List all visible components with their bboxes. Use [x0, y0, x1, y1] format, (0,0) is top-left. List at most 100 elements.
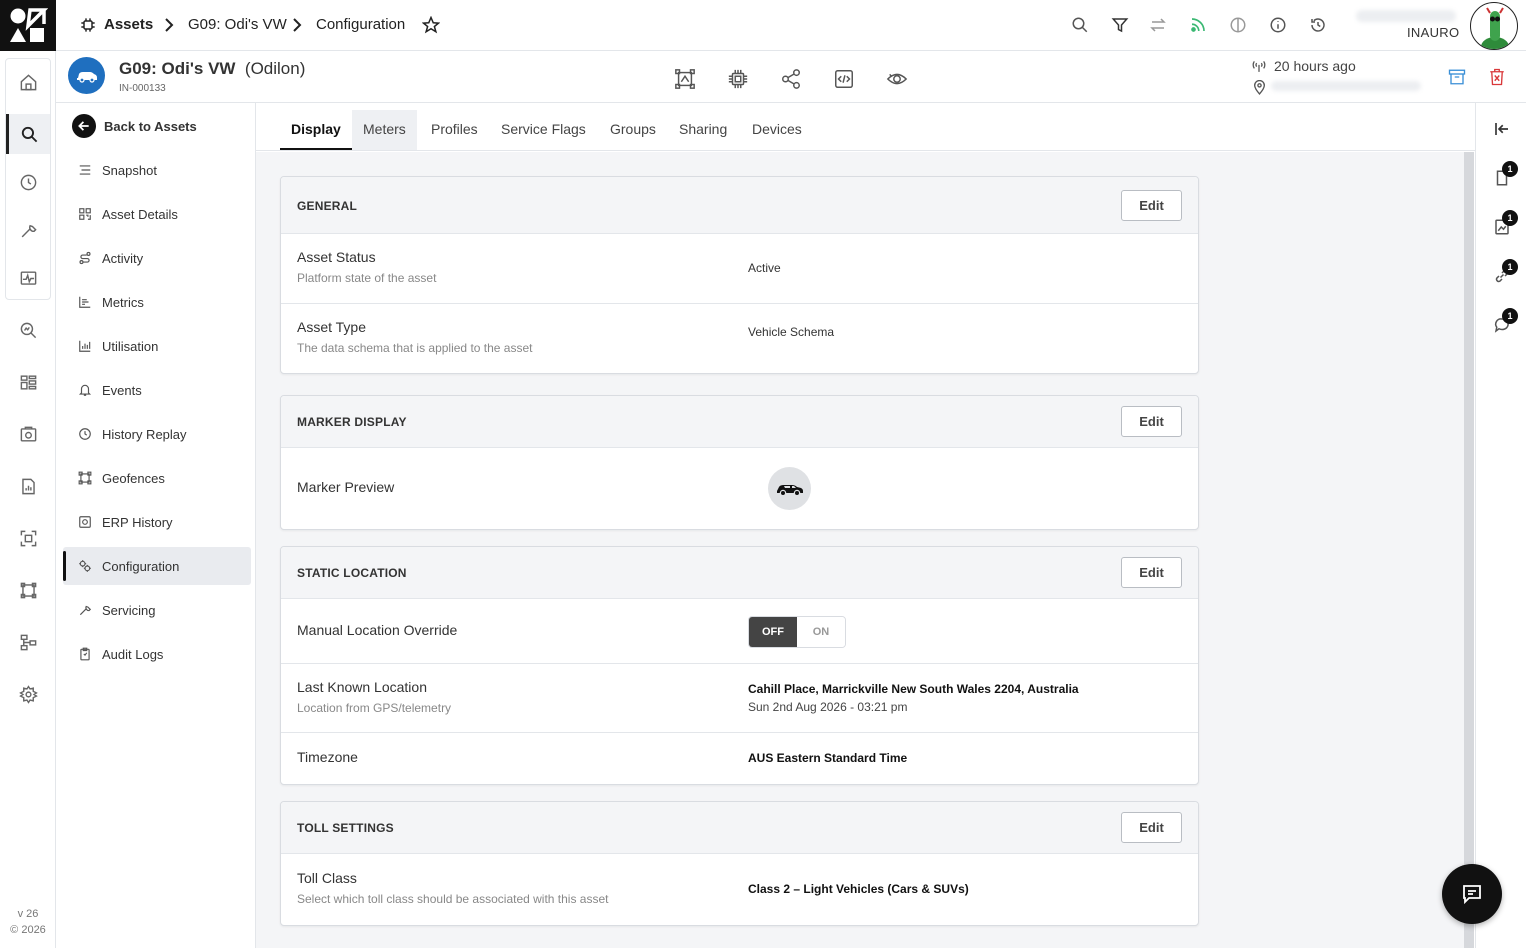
edit-toll-button[interactable]: Edit — [1121, 812, 1182, 843]
info-icon[interactable] — [1268, 15, 1288, 35]
clipboard-icon — [80, 647, 90, 661]
collapse-panel-icon[interactable] — [1493, 120, 1511, 138]
sidebar-item-erp-history[interactable]: ERP History — [63, 503, 251, 541]
wrench-icon[interactable] — [8, 210, 48, 250]
main-content: GENERAL Edit Asset Status Platform state… — [256, 152, 1464, 948]
last-known-location-row: Last Known Location Location from GPS/te… — [281, 664, 1198, 733]
zoom-search-icon[interactable] — [8, 310, 48, 350]
monitor-icon[interactable] — [8, 258, 48, 298]
org-name: INAURO — [1407, 25, 1460, 40]
card-header: MARKER DISPLAY Edit — [281, 396, 1198, 448]
row-label: Asset Type — [297, 319, 367, 335]
sidebar-item-history-replay[interactable]: History Replay — [63, 415, 251, 453]
chat-button[interactable] — [1442, 864, 1502, 924]
history-icon[interactable] — [1308, 15, 1328, 35]
search-icon[interactable] — [1070, 15, 1090, 35]
sidebar-item-activity[interactable]: Activity — [63, 239, 251, 277]
search-icon[interactable] — [6, 114, 50, 154]
sidebar-item-metrics[interactable]: Metrics — [63, 283, 251, 321]
user-avatar[interactable] — [1470, 2, 1518, 50]
archive-icon[interactable] — [1448, 68, 1466, 86]
edit-marker-button[interactable]: Edit — [1121, 406, 1182, 437]
dashboard-icon[interactable] — [8, 362, 48, 402]
hierarchy-icon[interactable] — [8, 622, 48, 662]
sidebar-item-snapshot[interactable]: Snapshot — [63, 151, 251, 189]
app-logo[interactable] — [0, 0, 56, 51]
sidebar-item-configuration[interactable]: Configuration — [63, 547, 251, 585]
toggle-on[interactable]: ON — [797, 617, 845, 647]
swap-icon[interactable] — [1148, 15, 1168, 35]
tab-meters[interactable]: Meters — [352, 110, 417, 150]
version-label: v 26 — [17, 908, 39, 920]
row-label: Manual Location Override — [297, 622, 458, 638]
chip-icon[interactable] — [726, 67, 750, 91]
geofence-icon[interactable] — [8, 570, 48, 610]
report-icon[interactable] — [8, 466, 48, 506]
wrench-icon — [79, 605, 92, 616]
frame-icon[interactable] — [673, 67, 697, 91]
card-title: GENERAL — [297, 199, 358, 213]
sidebar-item-servicing[interactable]: Servicing — [63, 591, 251, 629]
sidebar-item-label: Geofences — [102, 470, 165, 486]
sidebar-item-asset-details[interactable]: Asset Details — [63, 195, 251, 233]
star-icon[interactable] — [422, 16, 440, 34]
tab-groups[interactable]: Groups — [599, 110, 667, 150]
row-label: Last Known Location — [297, 679, 427, 695]
sidebar-item-label: Asset Details — [102, 206, 178, 222]
content-scrollbar[interactable] — [1464, 152, 1474, 948]
code-icon[interactable] — [832, 67, 856, 91]
sidebar-item-label: Metrics — [102, 294, 144, 310]
share-icon[interactable] — [779, 67, 803, 91]
row-label: Timezone — [297, 749, 358, 765]
back-to-assets-button[interactable]: Back to Assets — [72, 113, 197, 139]
card-header: STATIC LOCATION Edit — [281, 547, 1198, 599]
filter-icon[interactable] — [1110, 15, 1130, 35]
home-icon[interactable] — [8, 62, 48, 102]
manual-override-row: Manual Location Override OFF ON — [281, 599, 1198, 664]
manual-override-toggle[interactable]: OFF ON — [748, 616, 846, 648]
edit-static-location-button[interactable]: Edit — [1121, 557, 1182, 588]
feed-icon[interactable] — [1188, 15, 1208, 35]
tab-service-flags[interactable]: Service Flags — [490, 110, 597, 150]
sidebar-item-events[interactable]: Events — [63, 371, 251, 409]
tab-devices[interactable]: Devices — [741, 110, 813, 150]
card-header: GENERAL Edit — [281, 177, 1198, 234]
copyright-label: © 2026 — [10, 924, 46, 936]
sidebar-item-utilisation[interactable]: Utilisation — [63, 327, 251, 365]
bell-icon — [78, 384, 92, 396]
top-bar: Assets G09: Odi's VW Configuration INAUR… — [56, 0, 1526, 51]
chevron-right-icon — [290, 17, 304, 33]
link-badge: 1 — [1502, 259, 1518, 275]
tab-display[interactable]: Display — [280, 110, 352, 150]
clock-icon[interactable] — [8, 162, 48, 202]
toggle-off[interactable]: OFF — [749, 617, 797, 647]
breadcrumb-assets[interactable]: Assets — [104, 16, 153, 33]
eye-icon[interactable] — [885, 67, 909, 91]
scan-icon[interactable] — [8, 518, 48, 558]
breadcrumb-asset[interactable]: G09: Odi's VW — [188, 16, 287, 33]
bars-icon — [79, 296, 91, 308]
right-rail: 1 1 1 1 — [1475, 103, 1526, 948]
signal-icon — [1252, 59, 1266, 73]
delete-icon[interactable] — [1488, 68, 1506, 86]
row-label: Marker Preview — [297, 479, 395, 495]
card-header: TOLL SETTINGS Edit — [281, 802, 1198, 854]
camera-icon[interactable] — [8, 414, 48, 454]
card-title: MARKER DISPLAY — [297, 415, 407, 429]
theme-icon[interactable] — [1228, 15, 1248, 35]
tab-sharing[interactable]: Sharing — [668, 110, 738, 150]
tab-bar: Display Meters Profiles Service Flags Gr… — [256, 103, 1475, 151]
tab-profiles[interactable]: Profiles — [420, 110, 489, 150]
sidebar-item-geofences[interactable]: Geofences — [63, 459, 251, 497]
gear-icon[interactable] — [8, 674, 48, 714]
sidebar-item-label: Events — [102, 382, 142, 398]
sidebar-item-audit-logs[interactable]: Audit Logs — [63, 635, 251, 673]
vehicle-avatar-icon — [68, 57, 105, 94]
back-label: Back to Assets — [104, 118, 197, 134]
edit-general-button[interactable]: Edit — [1121, 190, 1182, 221]
route-icon — [79, 251, 91, 265]
image-doc-badge: 1 — [1502, 210, 1518, 226]
last-known-location-time: Sun 2nd Aug 2026 - 03:21 pm — [748, 700, 908, 714]
left-rail: v 26 © 2026 — [0, 0, 56, 948]
location-blurred — [1271, 81, 1421, 91]
